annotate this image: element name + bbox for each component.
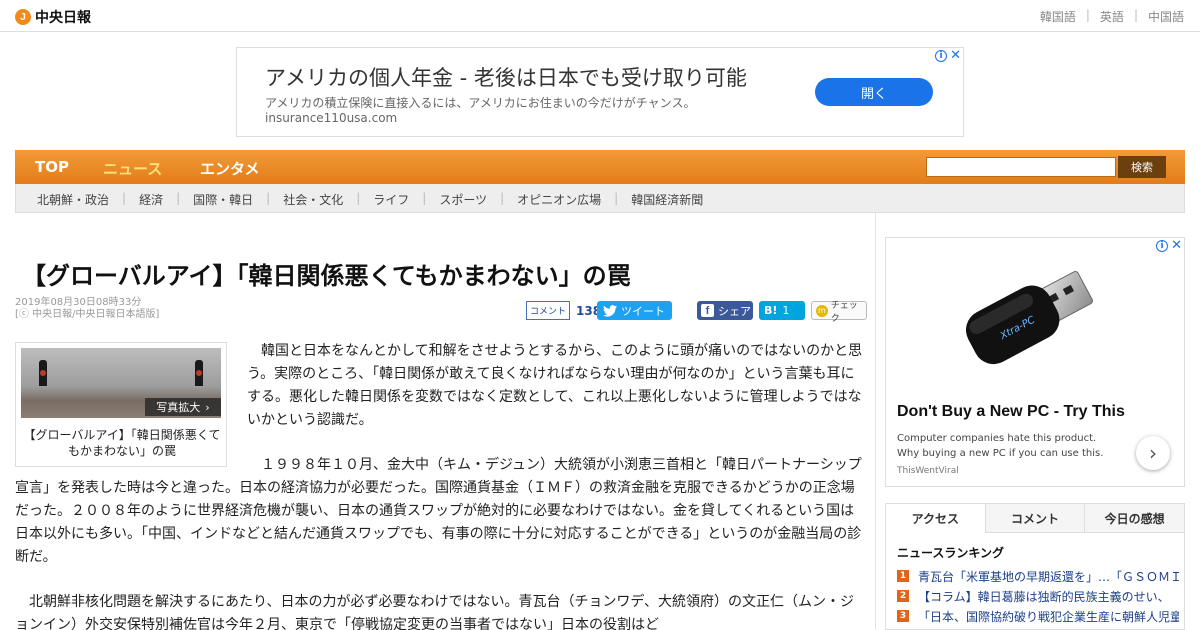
ad-info-icon[interactable]: i: [1156, 240, 1169, 252]
ranking-title: ニュースランキング: [897, 546, 1005, 560]
subnav-separator: |: [122, 191, 127, 205]
subnav-item-sports[interactable]: スポーツ: [439, 191, 487, 208]
twitter-bird-icon: [603, 304, 617, 317]
tweet-label: ツイート: [621, 304, 665, 318]
sidebar-ad-description: Computer companies hate this product. Wh…: [897, 433, 1104, 459]
subnav-separator: |: [500, 191, 505, 205]
ad-url[interactable]: insurance110usa.com: [265, 111, 397, 125]
ad-open-button[interactable]: 開く: [815, 78, 933, 106]
nav-item-entertainment[interactable]: エンタメ: [200, 158, 260, 179]
tweet-button[interactable]: ツイート: [597, 301, 672, 320]
tab-today-impressions[interactable]: 今日の感想: [1084, 504, 1185, 532]
hatena-count: 1: [782, 304, 790, 317]
article-body: 韓国と日本をなんとかして和解をさせようとするから、このように頭が痛いのではないの…: [15, 340, 865, 630]
ranking-item[interactable]: 2 【コラム】韓日葛藤は独断的民族主義のせい、: [897, 586, 1179, 606]
nav-item-news[interactable]: ニュース: [103, 158, 162, 179]
sub-nav: 北朝鮮・政治 | 経済 | 国際・韓日 | 社会・文化 | ライフ | スポーツ | オピニ…: [15, 184, 1185, 213]
subnav-separator: |: [266, 191, 271, 205]
article-headline: 【グローバルアイ】「韓日関係悪くてもかまわない」の罠: [22, 262, 631, 290]
subnav-separator: |: [176, 191, 181, 205]
language-link-korean[interactable]: 韓国語: [1040, 8, 1076, 25]
hatena-bookmark-button[interactable]: B! 1: [759, 301, 805, 320]
column-divider: [875, 213, 876, 630]
subnav-item-society[interactable]: 社会・文化: [283, 191, 343, 208]
nav-item-top[interactable]: TOP: [35, 158, 69, 176]
subnav-item-opinion[interactable]: オピニオン広場: [517, 191, 601, 208]
ranking-item[interactable]: 3 「日本、国際協約破り戦犯企業生産に朝鮮人児童: [897, 606, 1179, 626]
ad-info-icon[interactable]: i: [935, 50, 948, 62]
subnav-item-politics[interactable]: 北朝鮮・政治: [37, 191, 109, 208]
rank-badge: 2: [897, 590, 909, 602]
subnav-separator: |: [422, 191, 427, 205]
language-separator: |: [1133, 8, 1138, 22]
rank-badge: 1: [897, 570, 909, 582]
ranking-item-text[interactable]: 青瓦台「米軍基地の早期返還を」…「ＧＳＯＭＩＡ: [918, 568, 1179, 585]
rank-badge: 3: [897, 610, 909, 622]
subnav-item-korea-economy[interactable]: 韓国経済新聞: [631, 191, 703, 208]
search-button[interactable]: 検索: [1118, 156, 1166, 178]
language-links: 韓国語 | 英語 | 中国語: [1040, 8, 1184, 25]
ranking-list: 1 青瓦台「米軍基地の早期返還を」…「ＧＳＯＭＩＡ 2 【コラム】韓日葛藤は独断…: [897, 566, 1179, 626]
ad-title[interactable]: アメリカの個人年金 - 老後は日本でも受け取り可能: [265, 62, 747, 92]
search-input[interactable]: [926, 157, 1116, 177]
site-logo[interactable]: J 中央日報: [15, 7, 91, 27]
ad-choices[interactable]: i ✕: [935, 49, 961, 62]
sidebar-ad-next-button[interactable]: ›: [1136, 436, 1170, 470]
tab-access[interactable]: アクセス: [886, 504, 985, 533]
ranking-item-text[interactable]: 【コラム】韓日葛藤は独断的民族主義のせい、: [918, 588, 1170, 605]
sidebar-ad-choices[interactable]: i ✕: [1156, 239, 1182, 252]
language-link-chinese[interactable]: 中国語: [1148, 8, 1184, 25]
top-banner-ad[interactable]: i ✕ アメリカの個人年金 - 老後は日本でも受け取り可能 アメリカの積立保険に…: [236, 47, 964, 137]
ad-close-icon[interactable]: ✕: [1171, 239, 1182, 252]
share-label: シェア: [718, 304, 751, 318]
mixi-icon: m: [816, 304, 828, 317]
hatena-label: B!: [764, 304, 778, 317]
subnav-item-international[interactable]: 国際・韓日: [193, 191, 253, 208]
language-separator: |: [1085, 8, 1090, 22]
comment-label: コメント: [526, 301, 571, 320]
top-bar: J 中央日報 韓国語 | 英語 | 中国語: [0, 0, 1200, 32]
ranking-item-text[interactable]: 「日本、国際協約破り戦犯企業生産に朝鮮人児童: [918, 608, 1179, 625]
subnav-separator: |: [614, 191, 619, 205]
comment-button[interactable]: コメント 138: [526, 301, 601, 320]
article-source: [ⓒ 中央日報/中央日報日本語版]: [15, 309, 160, 320]
subnav-item-life[interactable]: ライフ: [373, 191, 409, 208]
ad-description: アメリカの積立保険に直接入るには、アメリカにお住まいの今だけがチャンス。: [265, 96, 696, 110]
logo-text: 中央日報: [35, 10, 91, 26]
facebook-share-button[interactable]: f シェア: [697, 301, 753, 320]
sidebar-ad-source: ThisWentViral: [897, 466, 959, 476]
usb-drive-image: Xtra-PC: [965, 270, 1094, 365]
ranking-tabs: アクセス コメント 今日の感想: [886, 504, 1185, 533]
article-meta: 2019年08月30日08時33分 [ⓒ 中央日報/中央日報日本語版]: [15, 297, 159, 321]
subnav-item-economy[interactable]: 経済: [139, 191, 163, 208]
subnav-separator: |: [356, 191, 361, 205]
facebook-icon: f: [701, 304, 714, 317]
photo-float-space: [15, 340, 247, 472]
sub-nav-items: 北朝鮮・政治 | 経済 | 国際・韓日 | 社会・文化 | ライフ | スポーツ | オピニ…: [37, 191, 703, 208]
logo-mark-icon: J: [15, 9, 31, 25]
mixi-check-button[interactable]: m チェック: [811, 301, 867, 324]
sidebar-ad[interactable]: i ✕ Xtra-PC Don't Buy a New PC - Try Thi…: [885, 237, 1185, 487]
tab-comments[interactable]: コメント: [984, 504, 1085, 532]
chevron-right-icon: ›: [1149, 441, 1157, 465]
article-date: 2019年08月30日08時33分: [15, 297, 142, 308]
sidebar-ad-title[interactable]: Don't Buy a New PC - Try This: [897, 403, 1125, 421]
check-label: チェック: [830, 300, 858, 324]
ad-close-icon[interactable]: ✕: [950, 49, 961, 62]
main-nav: TOP ニュース エンタメ 検索: [15, 150, 1185, 184]
language-link-english[interactable]: 英語: [1100, 8, 1124, 25]
ranking-item[interactable]: 1 青瓦台「米軍基地の早期返還を」…「ＧＳＯＭＩＡ: [897, 566, 1179, 586]
ranking-panel: アクセス コメント 今日の感想 ニュースランキング 1 青瓦台「米軍基地の早期返…: [885, 503, 1185, 630]
article-paragraph: 北朝鮮非核化問題を解決するにあたり、日本の力が必ず必要なわけではない。青瓦台（チ…: [15, 594, 855, 630]
